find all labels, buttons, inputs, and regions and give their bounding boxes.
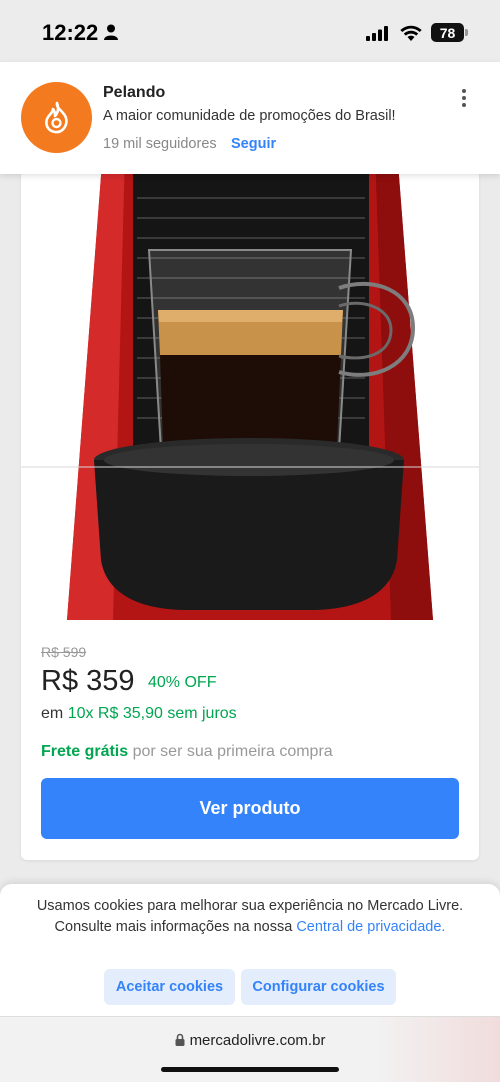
current-price: R$ 359	[41, 665, 135, 697]
battery-nub	[465, 29, 468, 36]
original-price: R$ 599	[41, 644, 87, 660]
home-indicator[interactable]	[161, 1067, 339, 1072]
cellular-signal-icon	[366, 26, 388, 41]
follow-button[interactable]: Seguir	[231, 136, 276, 152]
view-product-button[interactable]: Ver produto	[41, 778, 459, 839]
notification-title: Pelando	[103, 84, 166, 101]
browser-address-bar[interactable]: mercadolivre.com.br	[0, 1016, 500, 1082]
status-time: 12:22	[42, 20, 99, 45]
configure-cookies-button[interactable]: Configurar cookies	[241, 969, 396, 1005]
status-bar: 12:22 78	[0, 0, 500, 62]
shipping-info: Frete grátis por ser sua primeira compra	[41, 743, 333, 761]
discount-badge: 40% OFF	[148, 674, 217, 691]
lock-icon	[175, 1033, 185, 1046]
privacy-center-link[interactable]: Central de privacidade.	[296, 919, 445, 935]
product-image[interactable]	[21, 150, 479, 630]
battery-level: 78	[439, 24, 456, 41]
product-card: R$ 599 R$ 359 40% OFF em 10x R$ 35,90 se…	[21, 150, 479, 860]
person-icon	[104, 24, 118, 40]
url-text: mercadolivre.com.br	[189, 1032, 326, 1049]
notification-banner[interactable]: Pelando A maior comunidade de promoções …	[0, 62, 500, 174]
installments-value: 10x R$ 35,90 sem juros	[67, 705, 237, 722]
free-shipping-label: Frete grátis	[41, 743, 129, 760]
shipping-detail: por ser sua primeira compra	[132, 743, 333, 760]
accept-cookies-button[interactable]: Aceitar cookies	[104, 969, 235, 1005]
cookie-message: Usamos cookies para melhorar sua experiê…	[30, 896, 470, 937]
follower-count: 19 mil seguidores	[103, 136, 217, 152]
flame-icon	[44, 101, 68, 133]
battery-indicator: 78	[431, 23, 464, 42]
notification-subtitle: A maior comunidade de promoções do Brasi…	[103, 108, 396, 124]
cookie-banner: Usamos cookies para melhorar sua experiê…	[0, 884, 500, 1016]
pelando-logo	[21, 82, 92, 153]
installments-info: em 10x R$ 35,90 sem juros	[41, 705, 237, 723]
url-display[interactable]: mercadolivre.com.br	[0, 1032, 500, 1049]
wifi-icon	[400, 25, 422, 41]
more-options-icon[interactable]	[452, 86, 476, 110]
installments-prefix: em	[41, 705, 64, 722]
